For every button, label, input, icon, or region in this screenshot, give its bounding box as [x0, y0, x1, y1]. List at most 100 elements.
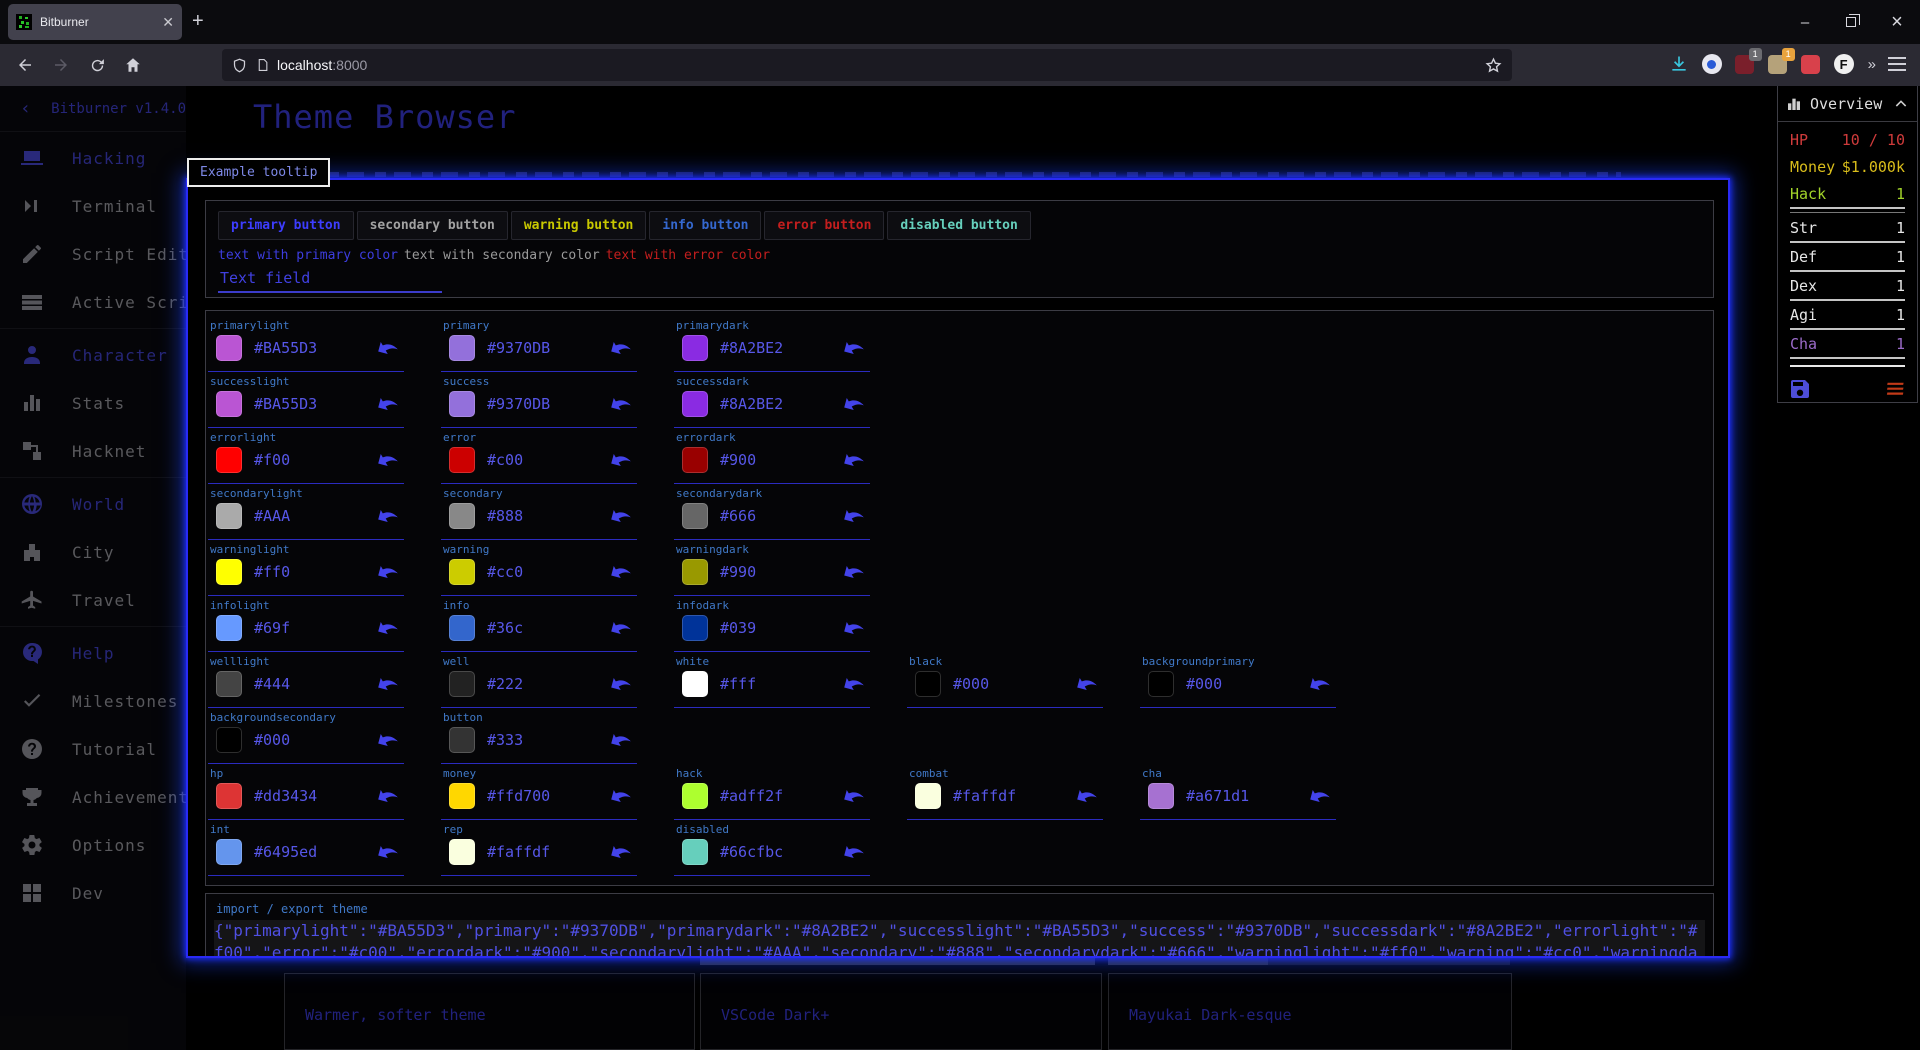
secondary-button[interactable]: secondary button	[357, 211, 508, 240]
reset-color-icon[interactable]	[603, 611, 636, 644]
reset-color-icon[interactable]	[370, 723, 403, 756]
color-hex-input[interactable]: #000	[1186, 675, 1222, 693]
color-swatch-button[interactable]	[216, 335, 242, 361]
browser-tab[interactable]: Bitburner ✕	[8, 4, 182, 40]
color-hex-input[interactable]: #ffd700	[487, 787, 550, 805]
color-hex-input[interactable]: #8A2BE2	[720, 339, 783, 357]
color-hex-input[interactable]: #faffdf	[953, 787, 1016, 805]
reset-color-icon[interactable]	[836, 443, 869, 476]
page-info-icon[interactable]	[256, 57, 269, 73]
color-swatch-button[interactable]	[682, 615, 708, 641]
info-button[interactable]: info button	[649, 211, 761, 240]
color-swatch-button[interactable]	[1148, 783, 1174, 809]
color-hex-input[interactable]: #BA55D3	[254, 339, 317, 357]
reset-color-icon[interactable]	[1302, 779, 1335, 812]
shield-permissions-icon[interactable]	[232, 57, 247, 74]
extension-circle-icon[interactable]	[1700, 52, 1724, 76]
reset-color-icon[interactable]	[370, 555, 403, 588]
color-hex-input[interactable]: #039	[720, 619, 756, 637]
color-swatch-button[interactable]	[449, 615, 475, 641]
overview-header[interactable]: Overview	[1778, 86, 1917, 122]
color-hex-input[interactable]: #444	[254, 675, 290, 693]
import-export-textarea[interactable]: {"primarylight":"#BA55D3","primary":"#93…	[214, 920, 1705, 958]
color-hex-input[interactable]: #fff	[720, 675, 756, 693]
reset-color-icon[interactable]	[836, 667, 869, 700]
color-hex-input[interactable]: #a671d1	[1186, 787, 1249, 805]
color-swatch-button[interactable]	[216, 727, 242, 753]
extensions-overflow-chevrons[interactable]: »	[1865, 56, 1879, 73]
color-hex-input[interactable]: #faffdf	[487, 843, 550, 861]
color-swatch-button[interactable]	[449, 447, 475, 473]
reset-color-icon[interactable]	[370, 331, 403, 364]
error-button[interactable]: error button	[764, 211, 884, 240]
color-hex-input[interactable]: #8A2BE2	[720, 395, 783, 413]
reset-color-icon[interactable]	[370, 387, 403, 420]
new-tab-button[interactable]: +	[192, 10, 204, 32]
reset-color-icon[interactable]	[836, 499, 869, 532]
chevron-up-icon[interactable]	[1893, 96, 1909, 112]
color-hex-input[interactable]: #dd3434	[254, 787, 317, 805]
color-swatch-button[interactable]	[449, 727, 475, 753]
color-hex-input[interactable]: #AAA	[254, 507, 290, 525]
example-text-field[interactable]: Text field	[218, 265, 442, 293]
reset-color-icon[interactable]	[836, 835, 869, 868]
reset-color-icon[interactable]	[1302, 667, 1335, 700]
bookmark-star-icon[interactable]	[1485, 57, 1502, 74]
color-swatch-button[interactable]	[449, 839, 475, 865]
color-swatch-button[interactable]	[682, 839, 708, 865]
color-hex-input[interactable]: #333	[487, 731, 523, 749]
color-hex-input[interactable]: #900	[720, 451, 756, 469]
reset-color-icon[interactable]	[836, 611, 869, 644]
reset-color-icon[interactable]	[836, 555, 869, 588]
home-button[interactable]	[120, 52, 146, 78]
color-hex-input[interactable]: #adff2f	[720, 787, 783, 805]
browser-menu-icon[interactable]	[1888, 57, 1906, 71]
overview-menu-icon[interactable]	[1885, 381, 1907, 397]
reset-color-icon[interactable]	[370, 499, 403, 532]
extension-red-icon[interactable]	[1799, 52, 1823, 76]
color-swatch-button[interactable]	[682, 671, 708, 697]
reset-color-icon[interactable]	[603, 387, 636, 420]
color-swatch-button[interactable]	[449, 503, 475, 529]
color-hex-input[interactable]: #69f	[254, 619, 290, 637]
color-swatch-button[interactable]	[216, 615, 242, 641]
reset-color-icon[interactable]	[370, 443, 403, 476]
color-hex-input[interactable]: #c00	[487, 451, 523, 469]
downloads-icon[interactable]	[1667, 52, 1691, 76]
color-swatch-button[interactable]	[216, 559, 242, 585]
color-swatch-button[interactable]	[216, 447, 242, 473]
color-swatch-button[interactable]	[216, 839, 242, 865]
reset-color-icon[interactable]	[370, 667, 403, 700]
color-hex-input[interactable]: #cc0	[487, 563, 523, 581]
reset-color-icon[interactable]	[370, 779, 403, 812]
reset-color-icon[interactable]	[370, 611, 403, 644]
extension-monkey-icon[interactable]: 1	[1766, 52, 1790, 76]
color-swatch-button[interactable]	[682, 391, 708, 417]
color-hex-input[interactable]: #66cfbc	[720, 843, 783, 861]
tab-close-icon[interactable]: ✕	[162, 14, 174, 31]
reset-color-icon[interactable]	[1069, 667, 1102, 700]
color-swatch-button[interactable]	[216, 391, 242, 417]
color-swatch-button[interactable]	[449, 671, 475, 697]
extension-f-icon[interactable]: F	[1832, 52, 1856, 76]
save-game-button[interactable]	[1788, 377, 1812, 401]
window-restore-button[interactable]	[1828, 0, 1874, 44]
reset-color-icon[interactable]	[836, 331, 869, 364]
color-hex-input[interactable]: #990	[720, 563, 756, 581]
color-hex-input[interactable]: #6495ed	[254, 843, 317, 861]
color-hex-input[interactable]: #9370DB	[487, 339, 550, 357]
color-swatch-button[interactable]	[449, 391, 475, 417]
color-hex-input[interactable]: #000	[953, 675, 989, 693]
reload-button[interactable]	[84, 52, 110, 78]
reset-color-icon[interactable]	[603, 499, 636, 532]
window-close-button[interactable]: ×	[1874, 0, 1920, 44]
back-button[interactable]	[12, 52, 38, 78]
color-hex-input[interactable]: #000	[254, 731, 290, 749]
color-swatch-button[interactable]	[1148, 671, 1174, 697]
reset-color-icon[interactable]	[603, 835, 636, 868]
reset-color-icon[interactable]	[1069, 779, 1102, 812]
reset-color-icon[interactable]	[603, 779, 636, 812]
color-swatch-button[interactable]	[682, 447, 708, 473]
color-swatch-button[interactable]	[915, 783, 941, 809]
window-minimize-button[interactable]: –	[1782, 0, 1828, 44]
